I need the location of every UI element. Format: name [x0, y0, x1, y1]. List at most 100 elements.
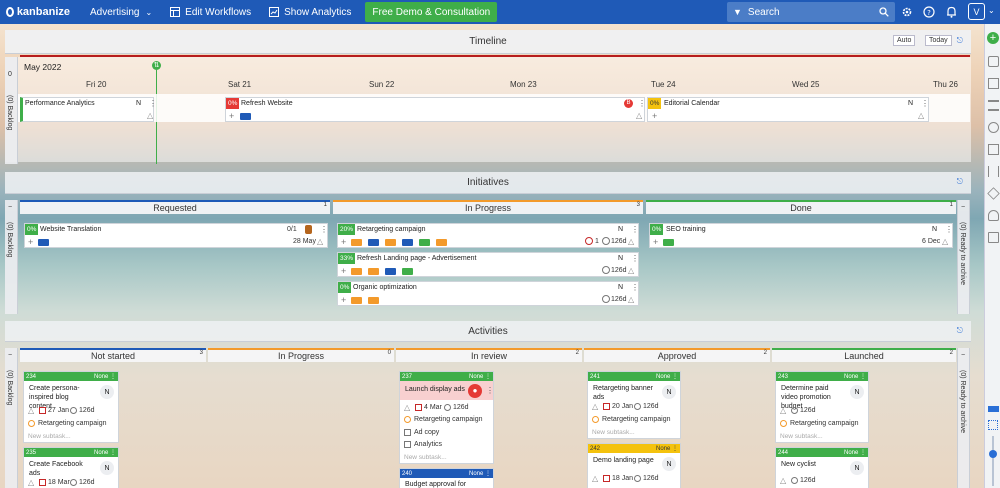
new-subtask-input[interactable]: New subtask... [592, 429, 635, 436]
warning-icon[interactable]: △ [592, 474, 598, 483]
assignee-avatar[interactable]: ● [468, 384, 482, 398]
column-done[interactable]: Done 1 [646, 200, 956, 214]
initiatives-archive-tab[interactable]: − (0) Ready to archive [957, 200, 970, 314]
warning-icon[interactable]: △ [780, 406, 786, 415]
card-menu-icon[interactable]: ⋮ [631, 283, 639, 292]
add-icon[interactable]: + [652, 111, 657, 121]
add-icon[interactable]: + [229, 111, 234, 121]
filter-icon[interactable]: ▼ [733, 7, 742, 17]
collapse-icon[interactable]: − [961, 204, 965, 211]
activity-card[interactable]: 240 None ⋮ Budget approval for [399, 468, 494, 488]
list-icon[interactable] [988, 100, 999, 111]
card-menu-icon[interactable]: ⋮ [486, 386, 494, 395]
orange-tag[interactable] [351, 239, 362, 246]
blue-tag[interactable] [240, 113, 251, 120]
parent-card[interactable]: Retargeting campaign [414, 416, 483, 423]
grid-icon[interactable] [988, 420, 998, 430]
collapse-icon[interactable]: − [961, 352, 965, 359]
add-icon[interactable]: + [341, 266, 346, 276]
initiative-card[interactable]: 20% Retargeting campaign N ⋮ + 1 126d △ [337, 223, 639, 248]
green-tag[interactable] [419, 239, 430, 246]
activity-card[interactable]: 241 None ⋮ Retargeting banner ads N △ 20 … [587, 371, 681, 439]
initiatives-header[interactable]: Initiatives ⎋ [5, 172, 971, 194]
timeline-card[interactable]: Performance Analytics N ⋮ △ [20, 97, 157, 122]
card-menu-icon[interactable]: ⋮ [631, 225, 639, 234]
subtask-checkbox[interactable] [404, 429, 411, 436]
warning-icon[interactable]: △ [28, 478, 34, 487]
column-launched[interactable]: Launched 2 [772, 348, 956, 362]
timeline-today-marker[interactable]: ⇅ [152, 61, 161, 70]
pin-icon[interactable]: ⎋ [957, 326, 963, 336]
warning-icon[interactable]: △ [147, 111, 153, 120]
bell-icon[interactable] [943, 4, 959, 20]
free-demo-button[interactable]: Free Demo & Consultation [365, 2, 498, 22]
parent-card[interactable]: Retargeting campaign [790, 420, 859, 427]
warning-icon[interactable]: △ [628, 295, 634, 304]
timeline-header[interactable]: Timeline Auto Today ⎋ [5, 30, 971, 54]
card-menu-icon[interactable]: ⋮ [945, 225, 953, 234]
activity-card[interactable]: 243 None ⋮ Determine paid video promotion… [775, 371, 869, 443]
activity-card[interactable]: 242 None ⋮ Demo landing page N △ 18 Jan 1… [587, 443, 681, 488]
new-subtask-input[interactable]: New subtask... [28, 433, 71, 440]
warning-icon[interactable]: △ [918, 111, 924, 120]
sort-icon[interactable] [988, 166, 999, 177]
parent-card[interactable]: Retargeting campaign [602, 416, 671, 423]
warning-icon[interactable]: △ [628, 237, 634, 246]
green-tag[interactable] [402, 268, 413, 275]
warning-icon[interactable]: △ [592, 402, 598, 411]
photo-icon[interactable] [988, 56, 999, 67]
zoom-slider-handle[interactable] [989, 450, 997, 458]
today-button[interactable]: Today [925, 35, 952, 46]
orange-tag[interactable] [436, 239, 447, 246]
blue-tag[interactable] [368, 239, 379, 246]
collapse-icon[interactable]: − [8, 204, 12, 211]
blue-tag[interactable] [38, 239, 49, 246]
collapse-icon[interactable]: − [8, 352, 12, 359]
auto-button[interactable]: Auto [893, 35, 916, 46]
warning-icon[interactable]: △ [404, 403, 410, 412]
orange-tag[interactable] [368, 268, 379, 275]
column-in-progress[interactable]: In Progress 3 [333, 200, 643, 214]
pin-icon[interactable]: ⎋ [957, 36, 963, 46]
add-icon[interactable]: + [28, 237, 33, 247]
timeline-card[interactable]: 0% Editorial Calendar N ⋮ + △ [647, 97, 929, 122]
pin-icon[interactable]: ⎋ [957, 177, 963, 187]
users-icon[interactable] [988, 210, 999, 221]
card-menu-icon[interactable]: ⋮ [149, 99, 157, 108]
warning-icon[interactable]: △ [636, 111, 642, 120]
orange-tag[interactable] [351, 297, 362, 304]
archive-icon[interactable] [988, 144, 999, 155]
chevron-down-icon[interactable]: ⌄ [988, 6, 995, 15]
search-box[interactable]: ▼ Search [727, 2, 895, 22]
activity-card[interactable]: 237 None ⋮ Launch display ads ● ⋮ △ 4 Mar… [399, 371, 494, 464]
activity-card[interactable]: 244 None ⋮ New cyclist N △ 126d [775, 447, 869, 488]
column-in-progress[interactable]: In Progress 0 [208, 348, 394, 362]
orange-tag[interactable] [385, 239, 396, 246]
card-menu-icon[interactable]: ⋮ [921, 99, 929, 108]
new-subtask-input[interactable]: New subtask... [404, 454, 447, 461]
initiative-card[interactable]: 0% Website Translation 0/1 ⋮ + 28 May △ [24, 223, 328, 248]
warning-icon[interactable]: △ [28, 406, 34, 415]
board-icon[interactable] [988, 78, 999, 89]
search-input[interactable]: Search [748, 7, 879, 18]
initiative-card[interactable]: 0% SEO training N ⋮ + 6 Dec △ [649, 223, 953, 248]
blocker-badge[interactable]: B [624, 99, 633, 108]
parent-card[interactable]: Retargeting campaign [38, 420, 107, 427]
card-menu-icon[interactable]: ⋮ [638, 99, 646, 108]
timeline-lane-tab[interactable]: 0 (0) Backlog [5, 57, 18, 164]
warning-icon[interactable]: △ [942, 237, 948, 246]
zoom-slider[interactable] [989, 436, 997, 486]
card-menu-icon[interactable]: ⋮ [320, 225, 328, 234]
add-icon[interactable]: + [987, 32, 999, 44]
add-icon[interactable]: + [653, 237, 658, 247]
green-tag[interactable] [663, 239, 674, 246]
clock-icon[interactable] [988, 122, 999, 133]
add-icon[interactable]: + [341, 237, 346, 247]
logo[interactable]: kanbanize [6, 6, 70, 18]
orange-tag[interactable] [368, 297, 379, 304]
warning-icon[interactable]: △ [317, 237, 323, 246]
card-menu-icon[interactable]: ⋮ [631, 254, 639, 263]
user-avatar[interactable]: V [968, 3, 985, 20]
activity-card[interactable]: 234 None ⋮ Create persona-inspired blog c… [23, 371, 119, 443]
blue-tag[interactable] [385, 268, 396, 275]
